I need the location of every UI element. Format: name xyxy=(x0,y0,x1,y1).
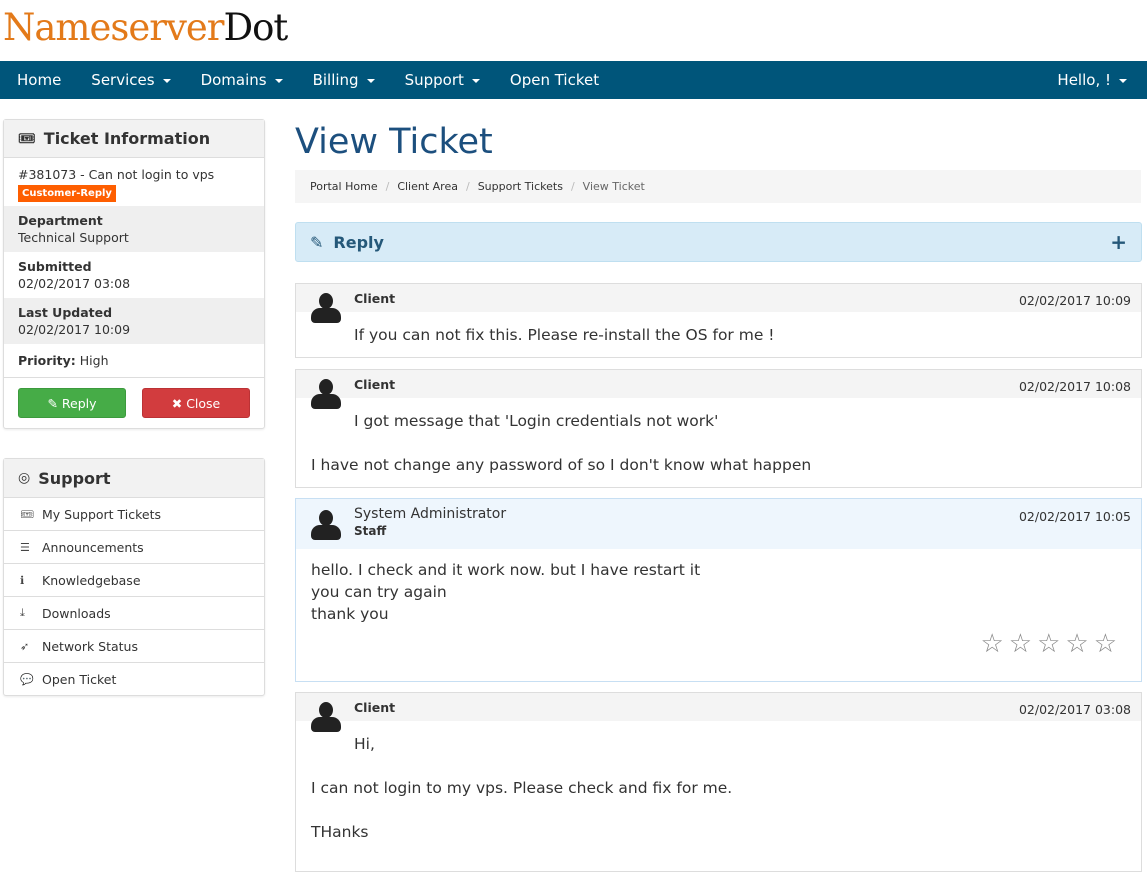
user-avatar-icon xyxy=(311,379,341,411)
support-link-knowledgebase[interactable]: ℹ Knowledgebase xyxy=(4,563,264,596)
star-icon[interactable]: ☆ xyxy=(1065,629,1088,659)
nav-services[interactable]: Services xyxy=(76,71,185,89)
message-date: 02/02/2017 10:05 xyxy=(1018,509,1131,524)
star-icon[interactable]: ☆ xyxy=(1037,629,1060,659)
rating-stars: ☆ ☆ ☆ ☆ ☆ xyxy=(980,629,1117,659)
rocket-icon: ➶ xyxy=(20,639,30,653)
message: Client 02/02/2017 03:08 Hi, I can not log… xyxy=(295,692,1142,872)
panel-heading: ◎ Support xyxy=(4,459,264,497)
status-badge: Customer-Reply xyxy=(18,185,116,202)
message-date: 02/02/2017 03:08 xyxy=(1018,702,1131,717)
close-icon: ✖ xyxy=(171,395,187,411)
comments-icon: 💬 xyxy=(20,672,34,686)
support-link-tickets[interactable]: 🎟 My Support Tickets xyxy=(4,497,264,530)
submitted-value: 02/02/2017 03:08 xyxy=(18,276,131,291)
department-value: Technical Support xyxy=(18,230,129,245)
reply-panel-toggle[interactable]: ✎ Reply + xyxy=(295,222,1142,262)
reply-button[interactable]: ✎ Reply xyxy=(18,388,126,418)
ticket-icon: 🎟 xyxy=(18,130,36,147)
priority-value: High xyxy=(79,353,109,368)
nav-user-menu[interactable]: Hello, ! xyxy=(1042,71,1147,89)
star-icon[interactable]: ☆ xyxy=(1009,629,1032,659)
ticket-information-panel: 🎟 Ticket Information #381073 - Can not lo… xyxy=(3,119,265,429)
user-avatar-icon xyxy=(311,293,341,325)
staff-role: Staff xyxy=(354,524,387,538)
pencil-icon: ✎ xyxy=(310,232,324,252)
caret-down-icon xyxy=(471,78,480,83)
download-icon: ⤓ xyxy=(20,606,25,619)
caret-down-icon xyxy=(366,78,375,83)
user-avatar-icon xyxy=(311,510,341,542)
breadcrumb-support-tickets[interactable]: Support Tickets xyxy=(478,180,563,193)
star-icon[interactable]: ☆ xyxy=(980,629,1003,659)
pencil-icon: ✎ xyxy=(47,395,62,411)
nav-support[interactable]: Support xyxy=(390,71,495,89)
message: Client 02/02/2017 10:09 If you can not fi… xyxy=(295,283,1142,358)
message-body: hello. I check and it work now. but I ha… xyxy=(311,561,701,623)
close-button[interactable]: ✖ Close xyxy=(142,388,250,418)
user-avatar-icon xyxy=(311,702,341,734)
message-body: If you can not fix this. Please re-insta… xyxy=(354,326,775,344)
caret-down-icon xyxy=(274,78,283,83)
support-link-downloads[interactable]: ⤓ Downloads xyxy=(4,596,264,629)
support-panel: ◎ Support 🎟 My Support Tickets ☰ Announceme… xyxy=(3,458,265,696)
message: Client 02/02/2017 10:08 I got message tha… xyxy=(295,369,1142,488)
support-link-open-ticket[interactable]: 💬 Open Ticket xyxy=(4,662,264,695)
nav-open-ticket[interactable]: Open Ticket xyxy=(495,71,614,89)
updated-value: 02/02/2017 10:09 xyxy=(18,322,131,337)
breadcrumb-current: View Ticket xyxy=(582,180,645,193)
support-link-network-status[interactable]: ➶ Network Status xyxy=(4,629,264,662)
star-icon[interactable]: ☆ xyxy=(1094,629,1117,659)
list-icon: ☰ xyxy=(20,540,30,554)
ticket-subject: #381073 - Can not login to vps xyxy=(18,167,215,182)
message-date: 02/02/2017 10:09 xyxy=(1018,293,1131,308)
page-title: View Ticket xyxy=(295,122,493,162)
lifebuoy-icon: ◎ xyxy=(18,470,31,486)
breadcrumb-client-area[interactable]: Client Area xyxy=(397,180,458,193)
nav-domains[interactable]: Domains xyxy=(186,71,298,89)
ticket-icon: 🎟 xyxy=(20,507,34,521)
nav-home[interactable]: Home xyxy=(0,71,76,89)
panel-heading: 🎟 Ticket Information xyxy=(4,120,264,158)
logo[interactable]: NameserverDot xyxy=(3,6,288,49)
breadcrumb: Portal Home / Client Area / Support Ticket… xyxy=(295,170,1141,203)
caret-down-icon xyxy=(162,78,171,83)
message-date: 02/02/2017 10:08 xyxy=(1018,379,1131,394)
message-staff: System Administrator Staff 02/02/2017 10:0… xyxy=(295,498,1142,682)
message-author: Client xyxy=(354,291,396,306)
main-nav: Home Services Domains Billing Support Op… xyxy=(0,61,1147,99)
breadcrumb-portal-home[interactable]: Portal Home xyxy=(310,180,378,193)
message-author: Client xyxy=(354,377,396,392)
nav-billing[interactable]: Billing xyxy=(298,71,390,89)
plus-icon: + xyxy=(1110,230,1127,254)
support-link-announcements[interactable]: ☰ Announcements xyxy=(4,530,264,563)
message-author: Client xyxy=(354,700,396,715)
info-icon: ℹ xyxy=(20,573,25,587)
message-author: System Administrator xyxy=(354,506,507,522)
caret-down-icon xyxy=(1119,78,1127,83)
